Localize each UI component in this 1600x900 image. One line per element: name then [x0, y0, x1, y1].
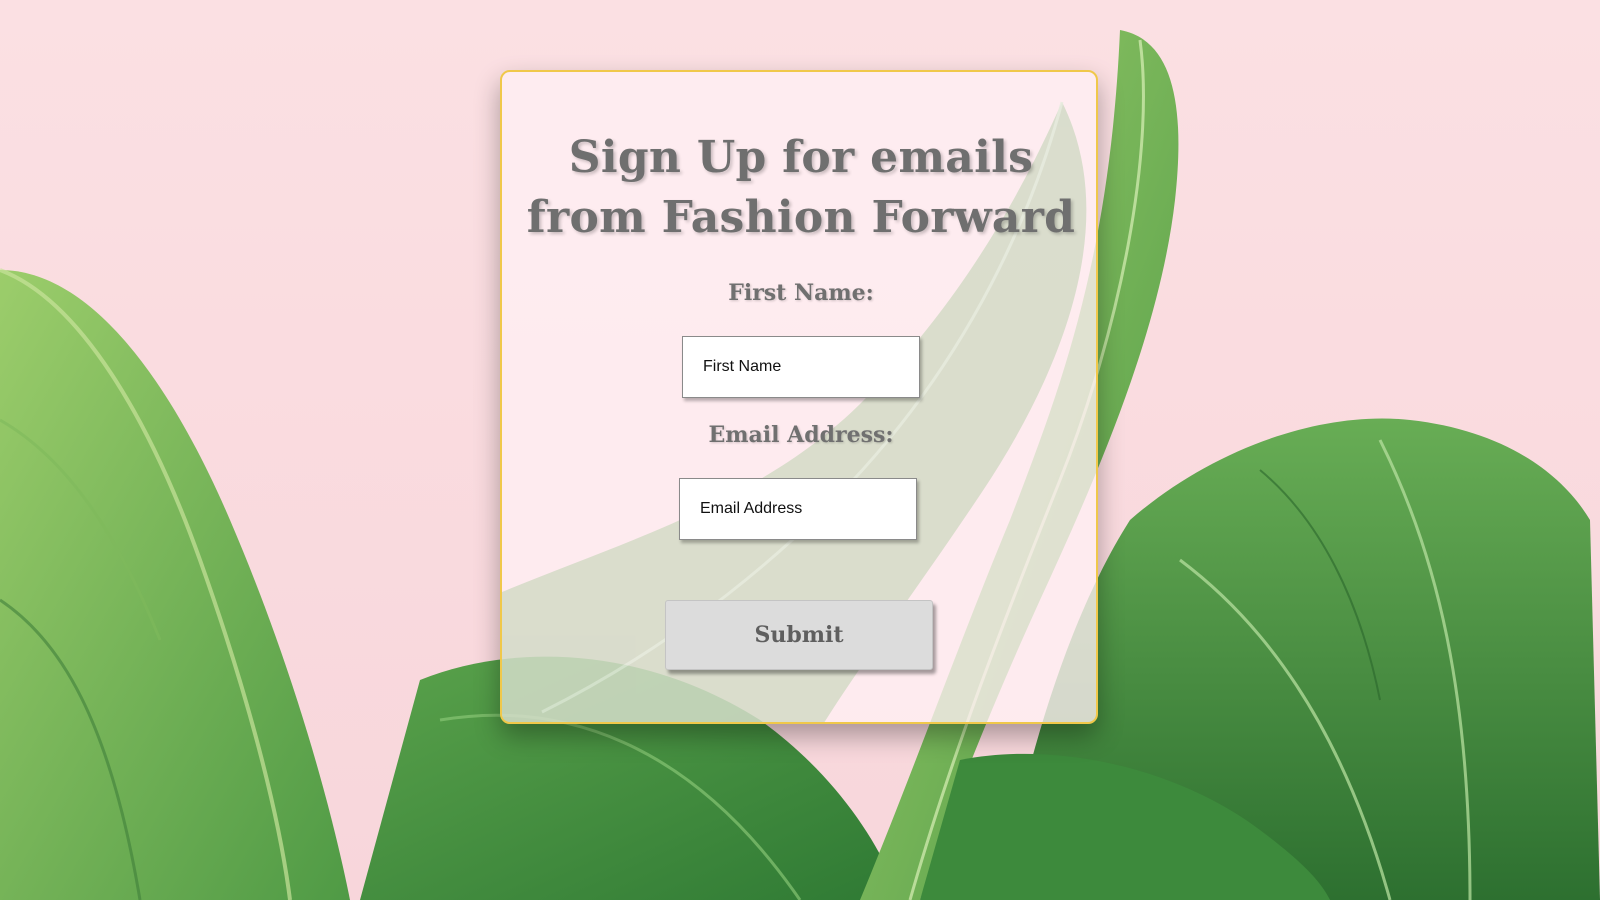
submit-button[interactable]: Submit [665, 600, 933, 670]
email-address-input[interactable] [679, 478, 917, 540]
first-name-label: First Name: [728, 280, 874, 306]
email-address-label: Email Address: [708, 422, 894, 448]
signup-card: Sign Up for emails from Fashion Forward … [500, 70, 1098, 724]
first-name-input[interactable] [682, 336, 920, 398]
page-title: Sign Up for emails from Fashion Forward [526, 132, 1076, 243]
